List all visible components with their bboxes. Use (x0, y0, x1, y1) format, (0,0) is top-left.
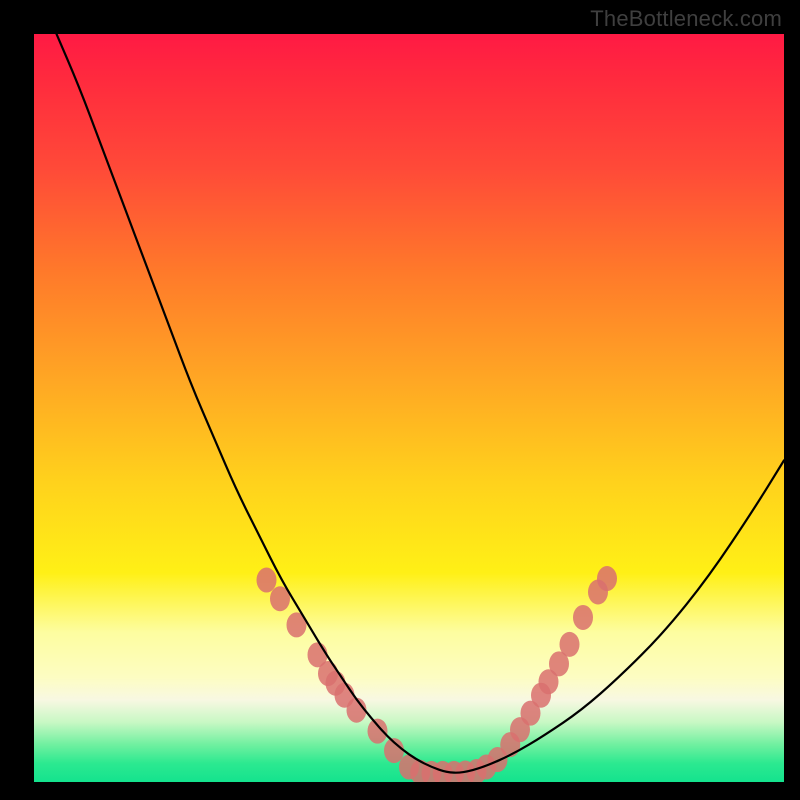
data-marker (560, 632, 580, 657)
data-marker (573, 605, 593, 630)
chart-svg (34, 34, 784, 782)
data-marker (368, 719, 388, 744)
marker-group (257, 566, 618, 782)
data-marker (257, 568, 277, 593)
watermark-text: TheBottleneck.com (590, 6, 782, 32)
data-marker (597, 566, 617, 591)
chart-frame: TheBottleneck.com (0, 0, 800, 800)
bottleneck-curve (57, 34, 785, 773)
